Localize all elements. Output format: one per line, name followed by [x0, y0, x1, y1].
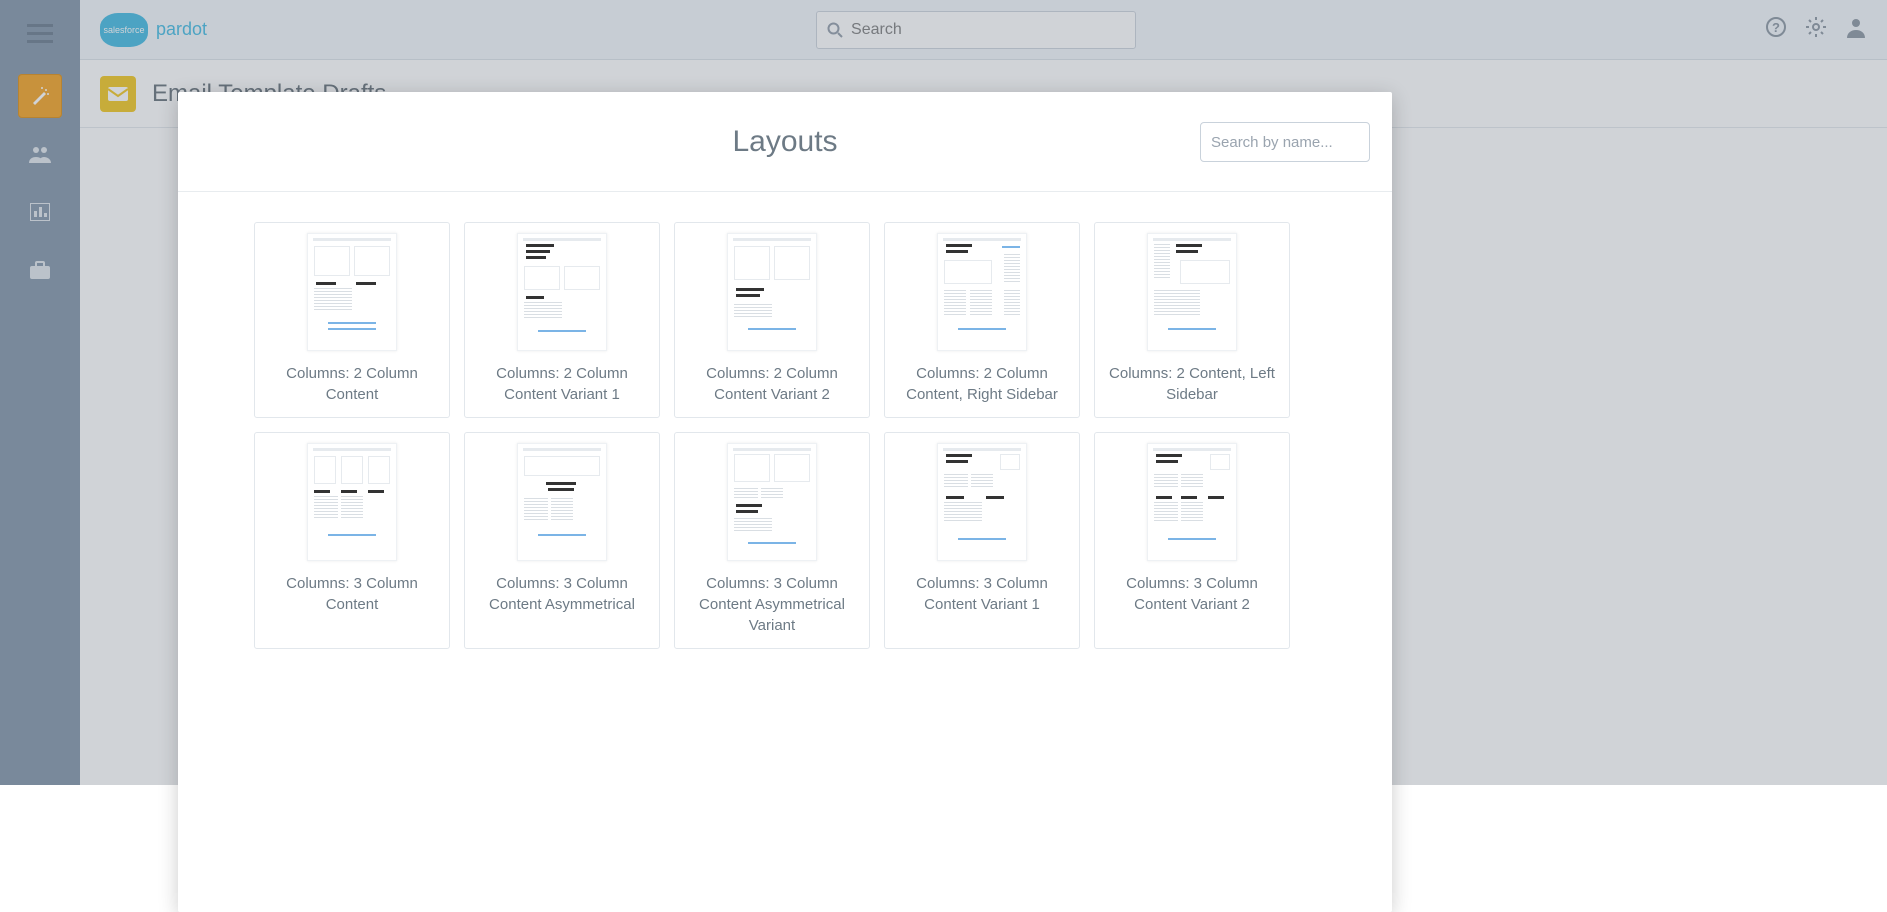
layout-card[interactable]: Columns: 2 Column Content	[254, 222, 450, 418]
layout-search-input[interactable]	[1200, 122, 1370, 162]
layout-caption: Columns: 2 Content, Left Sidebar	[1105, 363, 1279, 405]
layout-thumbnail	[265, 439, 439, 565]
layout-thumbnail	[685, 229, 859, 355]
layout-thumbnail	[1105, 229, 1279, 355]
layouts-modal: Layouts Columns: 2 Column ContentColumns…	[178, 92, 1392, 912]
layout-card[interactable]: Columns: 3 Column Content	[254, 432, 450, 649]
layout-caption: Columns: 2 Column Content Variant 2	[685, 363, 859, 405]
layout-thumbnail	[1105, 439, 1279, 565]
layout-caption: Columns: 3 Column Content	[265, 573, 439, 615]
layout-caption: Columns: 2 Column Content	[265, 363, 439, 405]
layout-thumbnail	[895, 229, 1069, 355]
layout-card[interactable]: Columns: 3 Column Content Asymmetrical	[464, 432, 660, 649]
layout-caption: Columns: 3 Column Content Asymmetrical V…	[685, 573, 859, 636]
layout-card[interactable]: Columns: 2 Content, Left Sidebar	[1094, 222, 1290, 418]
layout-thumbnail	[265, 229, 439, 355]
layout-caption: Columns: 2 Column Content, Right Sidebar	[895, 363, 1069, 405]
layout-caption: Columns: 3 Column Content Asymmetrical	[475, 573, 649, 615]
layout-card[interactable]: Columns: 3 Column Content Variant 1	[884, 432, 1080, 649]
layout-caption: Columns: 2 Column Content Variant 1	[475, 363, 649, 405]
layout-card[interactable]: Columns: 3 Column Content Variant 2	[1094, 432, 1290, 649]
layout-thumbnail	[685, 439, 859, 565]
layout-caption: Columns: 3 Column Content Variant 1	[895, 573, 1069, 615]
layout-card[interactable]: Columns: 2 Column Content Variant 2	[674, 222, 870, 418]
layout-card[interactable]: Columns: 2 Column Content, Right Sidebar	[884, 222, 1080, 418]
modal-body[interactable]: Columns: 2 Column Content Columns: 2 Colu…	[178, 192, 1392, 912]
layout-grid: Columns: 2 Column Content Columns: 2 Colu…	[254, 222, 1316, 649]
layout-card[interactable]: Columns: 2 Column Content Variant 1	[464, 222, 660, 418]
layout-caption: Columns: 3 Column Content Variant 2	[1105, 573, 1279, 615]
modal-title: Layouts	[732, 125, 837, 159]
layout-thumbnail	[475, 439, 649, 565]
layout-thumbnail	[895, 439, 1069, 565]
layout-thumbnail	[475, 229, 649, 355]
layout-card[interactable]: Columns: 3 Column Content Asymmetrical V…	[674, 432, 870, 649]
modal-header: Layouts	[178, 92, 1392, 192]
